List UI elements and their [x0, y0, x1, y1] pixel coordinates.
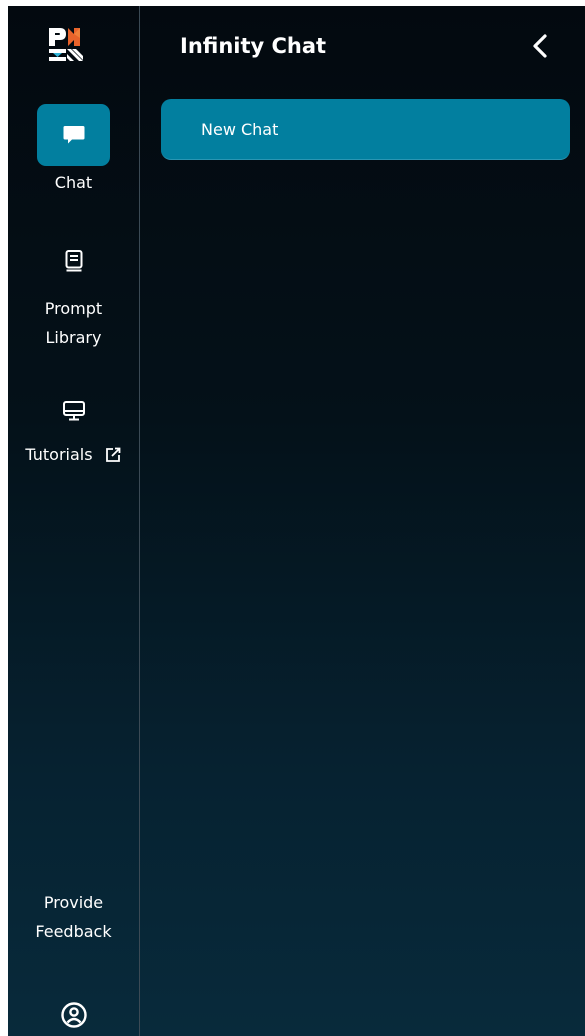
sidebar-divider: [139, 6, 140, 1036]
provide-feedback-link[interactable]: Provide Feedback: [8, 888, 139, 946]
sidebar-item-label: Library: [45, 328, 102, 347]
monitor-icon: [62, 401, 85, 421]
collapse-chevron-left-icon[interactable]: [528, 32, 552, 60]
app-window: Chat Prompt Library Tutorials Provide Fe…: [8, 6, 585, 1036]
sidebar-rail: Chat Prompt Library Tutorials Provide Fe…: [8, 6, 139, 1036]
sidebar-item-tutorials[interactable]: Tutorials: [8, 396, 139, 466]
user-circle-icon: [60, 1002, 87, 1028]
sidebar-item-label: Prompt: [44, 299, 103, 318]
sidebar-item-label: Chat: [54, 173, 93, 192]
external-link-icon: [105, 447, 120, 462]
profile-button[interactable]: [8, 1001, 139, 1033]
feedback-label-line2: Feedback: [35, 922, 112, 941]
pmi-logo: [49, 28, 83, 61]
new-chat-button[interactable]: New Chat: [161, 99, 570, 160]
sidebar-item-label: Tutorials: [25, 445, 93, 464]
sidebar-item-prompt-library[interactable]: Prompt Library: [8, 246, 139, 352]
chat-button[interactable]: [37, 104, 110, 166]
new-chat-label: New Chat: [201, 120, 279, 139]
page-title: Infinity Chat: [180, 34, 327, 58]
feedback-label-line1: Provide: [43, 893, 104, 912]
sidebar-item-chat[interactable]: Chat: [8, 104, 139, 196]
chat-bubble-icon: [63, 126, 84, 144]
book-icon: [65, 250, 82, 272]
